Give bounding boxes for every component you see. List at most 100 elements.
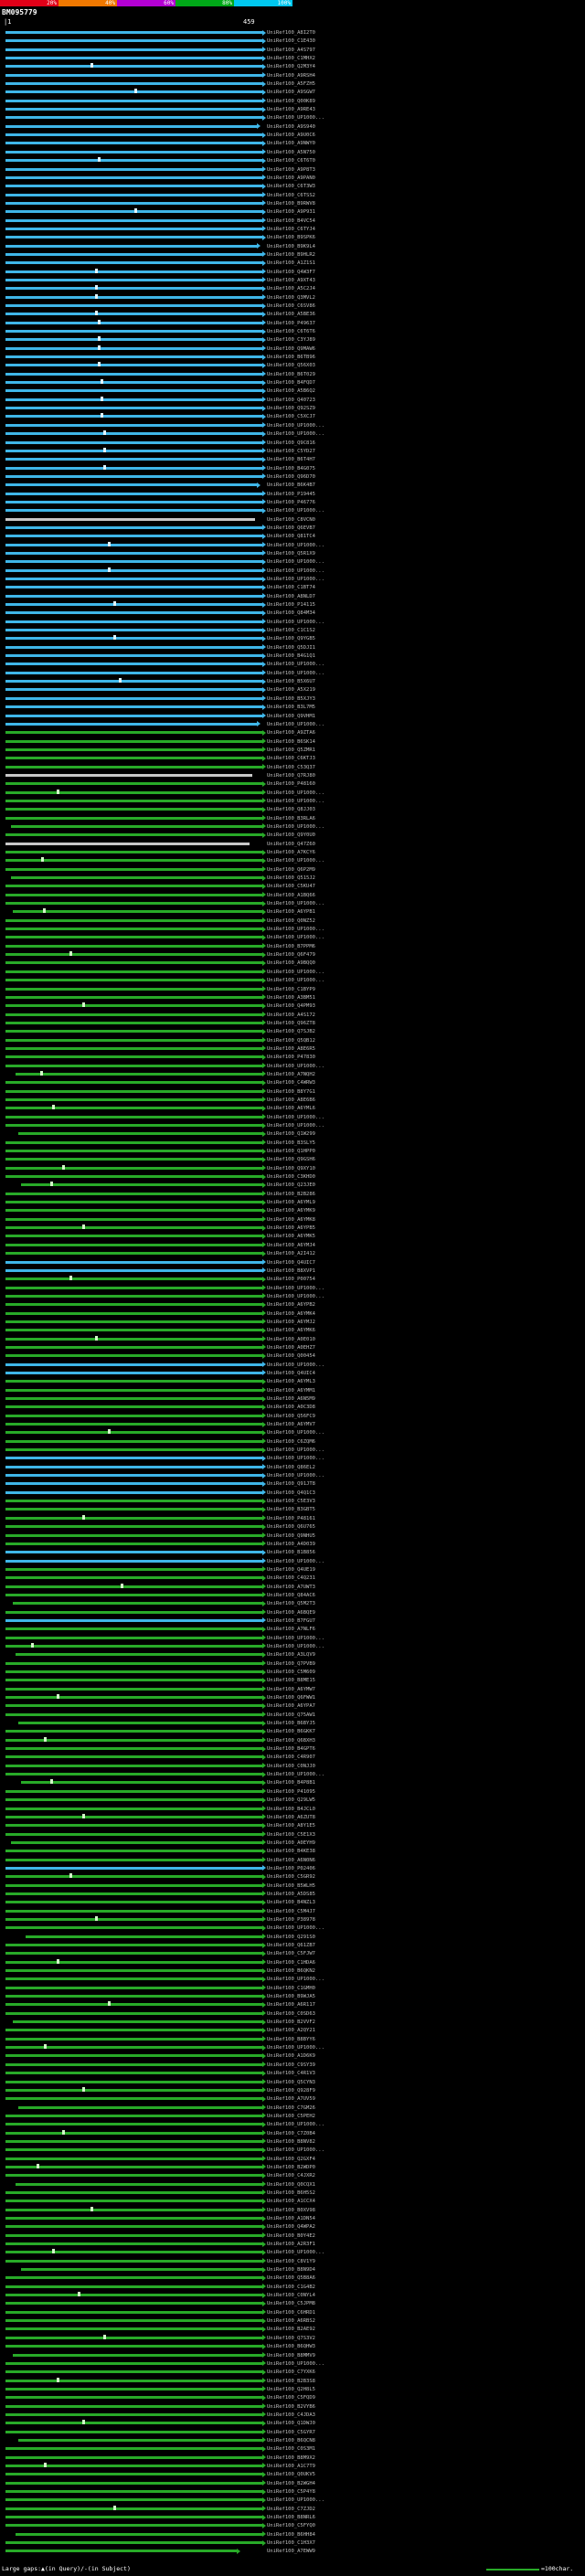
hit-label[interactable]: UniRef100_P00754 — [267, 1276, 315, 1283]
hit-label[interactable]: UniRef100_A0E010 — [267, 1336, 315, 1343]
hit-label[interactable]: UniRef100_P14115 — [267, 601, 315, 609]
hit-label[interactable]: UniRef100_UP1000... — [267, 721, 324, 728]
hit-bar[interactable] — [5, 586, 262, 588]
hit-label[interactable]: UniRef100_B3L7M5 — [267, 704, 315, 711]
hit-bar[interactable] — [5, 808, 262, 811]
hit-label[interactable]: UniRef100_Q6F479 — [267, 951, 315, 959]
hit-bar[interactable] — [5, 1354, 262, 1357]
hit-bar[interactable] — [5, 2319, 262, 2322]
hit-label[interactable]: UniRef100_B8N9D4 — [267, 2266, 315, 2274]
hit-bar[interactable] — [5, 715, 262, 717]
hit-label[interactable]: UniRef100_A9PAN0 — [267, 175, 315, 182]
hit-bar[interactable] — [13, 1602, 262, 1605]
hit-label[interactable]: UniRef100_Q4PM93 — [267, 1002, 315, 1010]
hit-bar[interactable] — [5, 945, 262, 948]
hit-bar[interactable] — [5, 176, 262, 179]
hit-bar[interactable] — [5, 1329, 262, 1331]
hit-bar[interactable] — [5, 1926, 262, 1929]
hit-label[interactable]: UniRef100_A8NLD7 — [267, 593, 315, 600]
hit-bar[interactable] — [5, 2465, 262, 2467]
hit-label[interactable]: UniRef100_A5FZH5 — [267, 80, 315, 88]
hit-label[interactable]: UniRef100_A9P8T3 — [267, 166, 315, 174]
hit-bar[interactable] — [5, 1645, 262, 1648]
hit-label[interactable]: UniRef100_C53Q37 — [267, 764, 315, 771]
hit-bar[interactable] — [5, 843, 250, 845]
hit-label[interactable]: UniRef100_B3GBT5 — [267, 1506, 315, 1513]
hit-label[interactable]: UniRef100_UP1000... — [267, 1362, 324, 1369]
hit-label[interactable]: UniRef100_UP1000... — [267, 576, 324, 583]
hit-label[interactable]: UniRef100_B2VVF2 — [267, 2019, 315, 2026]
hit-bar[interactable] — [5, 936, 262, 938]
hit-bar[interactable] — [5, 2012, 262, 2015]
hit-bar[interactable] — [5, 1859, 262, 1861]
hit-label[interactable]: UniRef100_C8V1Y9 — [267, 2258, 315, 2265]
hit-label[interactable]: UniRef100_B8XVP1 — [267, 1267, 315, 1275]
hit-label[interactable]: UniRef100_Q9VHM1 — [267, 713, 315, 720]
hit-bar[interactable] — [5, 415, 262, 418]
hit-bar[interactable] — [5, 1952, 262, 1955]
hit-bar[interactable] — [5, 279, 262, 281]
hit-label[interactable]: UniRef100_A6YMK5 — [267, 1233, 315, 1240]
hit-bar[interactable] — [5, 1030, 262, 1033]
hit-label[interactable]: UniRef100_Q6EVB7 — [267, 525, 315, 532]
hit-label[interactable]: UniRef100_A6RBS2 — [267, 2317, 315, 2325]
hit-bar[interactable] — [5, 2251, 262, 2253]
hit-label[interactable]: UniRef100_A5BE36 — [267, 311, 315, 318]
hit-bar[interactable] — [5, 1790, 262, 1793]
hit-label[interactable]: UniRef100_C4WRW3 — [267, 1079, 315, 1087]
hit-bar[interactable] — [5, 1312, 262, 1315]
hit-bar[interactable] — [5, 1585, 262, 1588]
hit-label[interactable]: UniRef100_UP1000... — [267, 1063, 324, 1070]
hit-label[interactable]: UniRef100_A4D039 — [267, 1541, 315, 1548]
hit-bar[interactable] — [5, 1295, 262, 1298]
hit-label[interactable]: UniRef100_C1E430 — [267, 37, 315, 45]
hit-bar[interactable] — [5, 228, 262, 230]
hit-label[interactable]: UniRef100_A6ZUT8 — [267, 1814, 315, 1821]
hit-bar[interactable] — [5, 1287, 262, 1289]
hit-bar[interactable] — [5, 373, 262, 376]
hit-label[interactable]: UniRef100_C3KHD0 — [267, 1173, 315, 1181]
hit-bar[interactable] — [5, 2097, 262, 2100]
hit-bar[interactable] — [5, 2148, 262, 2151]
hit-bar[interactable] — [18, 2439, 262, 2442]
hit-label[interactable]: UniRef100_A6YMK8 — [267, 1216, 315, 1224]
hit-label[interactable]: UniRef100_C4Q231 — [267, 1574, 315, 1582]
hit-bar[interactable] — [5, 1713, 262, 1716]
hit-label[interactable]: UniRef100_UP1000... — [267, 661, 324, 668]
hit-label[interactable]: UniRef100_A6BQE9 — [267, 1609, 315, 1617]
hit-label[interactable]: UniRef100_Q29LW5 — [267, 1797, 315, 1804]
hit-label[interactable]: UniRef100_Q1HPP0 — [267, 1148, 315, 1155]
hit-bar[interactable] — [5, 970, 262, 973]
hit-bar[interactable] — [5, 526, 262, 529]
hit-bar[interactable] — [5, 458, 262, 461]
hit-label[interactable]: UniRef100_C1GMH0 — [267, 1985, 315, 1992]
hit-bar[interactable] — [5, 2115, 262, 2117]
hit-label[interactable]: UniRef100_C5E1X3 — [267, 1831, 315, 1839]
hit-label[interactable]: UniRef100_A9P931 — [267, 208, 315, 216]
hit-bar[interactable] — [5, 748, 262, 751]
hit-label[interactable]: UniRef100_C6HRD1 — [267, 2309, 315, 2316]
hit-bar[interactable] — [5, 330, 262, 333]
hit-label[interactable]: UniRef100_Q7PVB9 — [267, 1660, 315, 1668]
hit-bar[interactable] — [5, 1047, 262, 1050]
hit-label[interactable]: UniRef100_Q5ZMR1 — [267, 747, 315, 754]
hit-bar[interactable] — [5, 1594, 262, 1596]
hit-bar[interactable] — [5, 1542, 262, 1545]
hit-label[interactable]: UniRef100_Q0NZ52 — [267, 917, 315, 925]
hit-label[interactable]: UniRef100_A5X219 — [267, 686, 315, 694]
hit-bar[interactable] — [5, 1423, 262, 1426]
hit-label[interactable]: UniRef100_A9XT43 — [267, 277, 315, 284]
hit-label[interactable]: UniRef100_UP1000... — [267, 542, 324, 549]
hit-label[interactable]: UniRef100_B4P8B1 — [267, 1779, 315, 1786]
hit-label[interactable]: UniRef100_B2B3S8 — [267, 2378, 315, 2385]
hit-label[interactable]: UniRef100_A6N0N6 — [267, 1857, 315, 1864]
hit-label[interactable]: UniRef100_C5FQD9 — [267, 2394, 315, 2401]
hit-label[interactable]: UniRef100_B6K4B7 — [267, 482, 315, 489]
hit-bar[interactable] — [5, 1346, 262, 1349]
hit-label[interactable]: UniRef100_Q6FWW1 — [267, 1694, 315, 1701]
hit-bar[interactable] — [5, 1995, 262, 1998]
hit-label[interactable]: UniRef100_UP1000... — [267, 1635, 324, 1642]
hit-label[interactable]: UniRef100_A7KCY6 — [267, 849, 315, 856]
hit-bar[interactable] — [5, 1568, 262, 1571]
hit-bar[interactable] — [5, 1977, 262, 1980]
